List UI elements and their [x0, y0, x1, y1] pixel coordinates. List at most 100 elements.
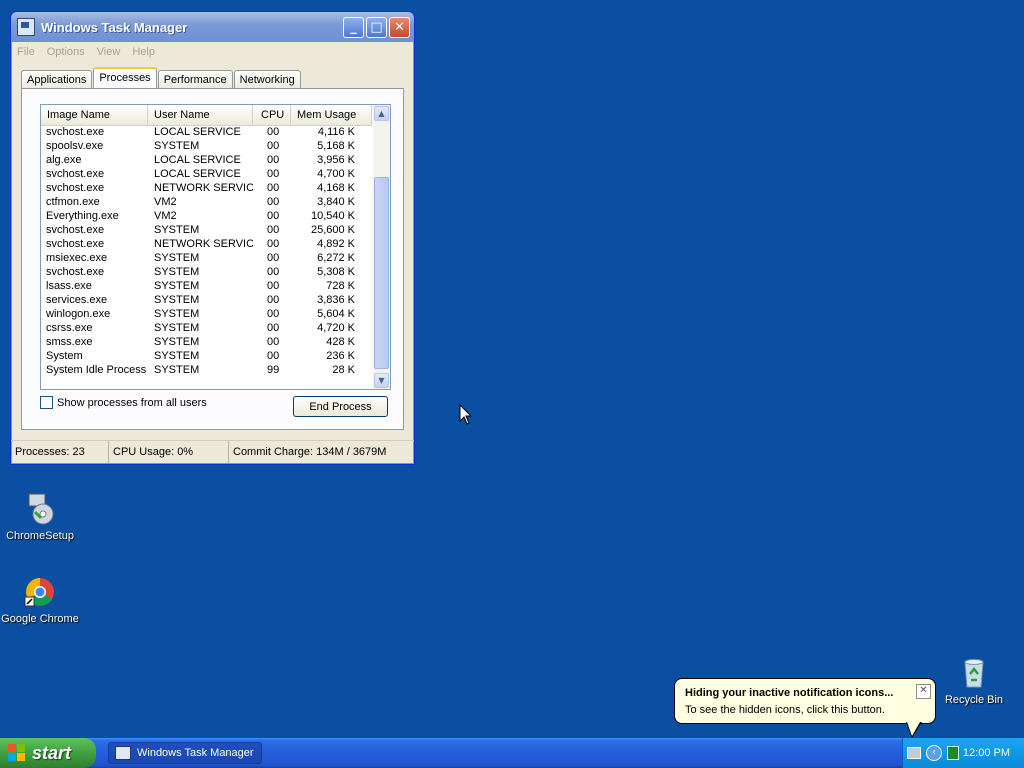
close-icon: ✕: [394, 19, 405, 35]
cell-image-name: System: [46, 350, 83, 362]
cell-image-name: svchost.exe: [46, 182, 105, 194]
tab-processes[interactable]: Processes: [93, 67, 157, 88]
cell-user-name: VM2: [154, 196, 177, 208]
cell-image-name: svchost.exe: [46, 224, 105, 236]
table-row[interactable]: svchost.exe NETWORK SERVICE 00 4,168 K: [41, 181, 372, 195]
cell-user-name: LOCAL SERVICE: [154, 168, 241, 180]
column-header-image-name[interactable]: Image Name: [41, 105, 148, 125]
cell-cpu: 00: [267, 238, 280, 250]
tab-applications[interactable]: Applications: [21, 70, 93, 88]
status-processes: Processes: 23: [11, 441, 109, 463]
cell-user-name: SYSTEM: [154, 350, 200, 362]
cell-mem-usage: 6,272 K: [317, 252, 355, 264]
table-row[interactable]: svchost.exe LOCAL SERVICE 00 4,116 K: [41, 125, 372, 139]
table-row[interactable]: Everything.exe VM2 00 10,540 K: [41, 209, 372, 223]
table-row[interactable]: lsass.exe SYSTEM 00 728 K: [41, 279, 372, 293]
task-manager-window[interactable]: Windows Task Manager _ □ ✕ File Options …: [10, 11, 415, 465]
scroll-up-button[interactable]: ▲: [374, 106, 389, 121]
menu-file[interactable]: File: [17, 46, 35, 58]
table-row[interactable]: svchost.exe SYSTEM 00 5,308 K: [41, 265, 372, 279]
chrome-icon: [23, 575, 57, 609]
table-row[interactable]: alg.exe LOCAL SERVICE 00 3,956 K: [41, 153, 372, 167]
cell-cpu: 00: [267, 182, 280, 194]
table-row[interactable]: System Idle Process SYSTEM 99 28 K: [41, 363, 372, 377]
cell-mem-usage: 4,720 K: [317, 322, 355, 334]
table-row[interactable]: ctfmon.exe VM2 00 3,840 K: [41, 195, 372, 209]
desktop-icon-recycle-bin[interactable]: Recycle Bin: [934, 656, 1014, 706]
title-bar[interactable]: Windows Task Manager _ □ ✕: [11, 12, 414, 42]
table-row[interactable]: msiexec.exe SYSTEM 00 6,272 K: [41, 251, 372, 265]
show-all-users-checkbox[interactable]: [40, 396, 53, 409]
taskbar: start Windows Task Manager ‹ 12:00 PM: [0, 738, 1024, 768]
cell-image-name: smss.exe: [46, 336, 93, 348]
cell-user-name: SYSTEM: [154, 280, 200, 292]
cell-cpu: 00: [267, 126, 280, 138]
cell-cpu: 00: [267, 294, 280, 306]
recycle-bin-icon: [957, 656, 991, 690]
cell-user-name: VM2: [154, 210, 177, 222]
process-list[interactable]: Image Name User Name CPU Mem Usage svcho…: [40, 104, 391, 390]
clock[interactable]: 12:00 PM: [963, 747, 1010, 759]
desktop-icon-chromesetup[interactable]: ChromeSetup: [0, 492, 80, 542]
table-row[interactable]: winlogon.exe SYSTEM 00 5,604 K: [41, 307, 372, 321]
cell-mem-usage: 4,116 K: [317, 126, 355, 138]
cell-image-name: services.exe: [46, 294, 108, 306]
scroll-down-button[interactable]: ▼: [374, 373, 389, 388]
cell-image-name: winlogon.exe: [46, 308, 111, 320]
cell-mem-usage: 4,168 K: [317, 182, 355, 194]
cell-user-name: SYSTEM: [154, 322, 200, 334]
cell-mem-usage: 25,600 K: [310, 224, 355, 236]
table-row[interactable]: services.exe SYSTEM 00 3,836 K: [41, 293, 372, 307]
start-button[interactable]: start: [0, 738, 96, 768]
column-header-user-name[interactable]: User Name: [148, 105, 253, 125]
table-row[interactable]: csrss.exe SYSTEM 00 4,720 K: [41, 321, 372, 335]
cell-user-name: LOCAL SERVICE: [154, 154, 241, 166]
cell-user-name: LOCAL SERVICE: [154, 126, 241, 138]
cell-user-name: NETWORK SERVICE: [154, 182, 253, 194]
table-row[interactable]: System SYSTEM 00 236 K: [41, 349, 372, 363]
tab-strip: Applications Processes Performance Netwo…: [21, 67, 302, 88]
vertical-scrollbar[interactable]: ▲ ▼: [373, 105, 390, 389]
balloon-close-button[interactable]: ✕: [916, 684, 931, 699]
mouse-pointer-icon: [459, 403, 473, 430]
taskbar-button-task-manager[interactable]: Windows Task Manager: [108, 742, 262, 764]
cell-user-name: SYSTEM: [154, 364, 200, 376]
cell-user-name: SYSTEM: [154, 336, 200, 348]
cell-user-name: SYSTEM: [154, 252, 200, 264]
desktop-icon-google-chrome[interactable]: Google Chrome: [0, 575, 80, 625]
tab-networking[interactable]: Networking: [233, 70, 301, 88]
desktop-icon-label: ChromeSetup: [6, 530, 74, 542]
menu-view[interactable]: View: [97, 46, 121, 58]
cell-cpu: 00: [267, 168, 280, 180]
notification-balloon[interactable]: Hiding your inactive notification icons.…: [674, 678, 936, 724]
installer-icon: [23, 492, 57, 526]
cell-image-name: msiexec.exe: [46, 252, 108, 264]
cell-image-name: svchost.exe: [46, 168, 105, 180]
status-commit-charge: Commit Charge: 134M / 3679M: [233, 446, 387, 458]
menu-options[interactable]: Options: [47, 46, 85, 58]
table-row[interactable]: svchost.exe SYSTEM 00 25,600 K: [41, 223, 372, 237]
close-button[interactable]: ✕: [389, 16, 410, 38]
cell-cpu: 00: [267, 154, 280, 166]
scroll-thumb[interactable]: [374, 177, 389, 369]
cell-user-name: NETWORK SERVICE: [154, 238, 253, 250]
maximize-button[interactable]: □: [366, 16, 387, 38]
table-row[interactable]: spoolsv.exe SYSTEM 00 5,168 K: [41, 139, 372, 153]
menu-help[interactable]: Help: [132, 46, 155, 58]
task-manager-icon: [17, 18, 35, 36]
keyboard-icon[interactable]: [907, 747, 921, 759]
balloon-body: To see the hidden icons, click this butt…: [685, 704, 885, 716]
close-icon: ✕: [919, 685, 928, 696]
tab-performance[interactable]: Performance: [157, 70, 233, 88]
table-row[interactable]: svchost.exe NETWORK SERVICE 00 4,892 K: [41, 237, 372, 251]
tray-app-icon[interactable]: [947, 746, 959, 760]
column-header-cpu[interactable]: CPU: [253, 105, 291, 125]
show-hidden-icons-button[interactable]: ‹: [926, 745, 942, 761]
table-row[interactable]: smss.exe SYSTEM 00 428 K: [41, 335, 372, 349]
show-all-users-option[interactable]: Show processes from all users: [40, 396, 207, 409]
cell-mem-usage: 4,700 K: [317, 168, 355, 180]
minimize-button[interactable]: _: [343, 16, 364, 38]
end-process-button[interactable]: End Process: [293, 396, 388, 417]
table-row[interactable]: svchost.exe LOCAL SERVICE 00 4,700 K: [41, 167, 372, 181]
column-header-mem-usage[interactable]: Mem Usage: [291, 105, 372, 125]
